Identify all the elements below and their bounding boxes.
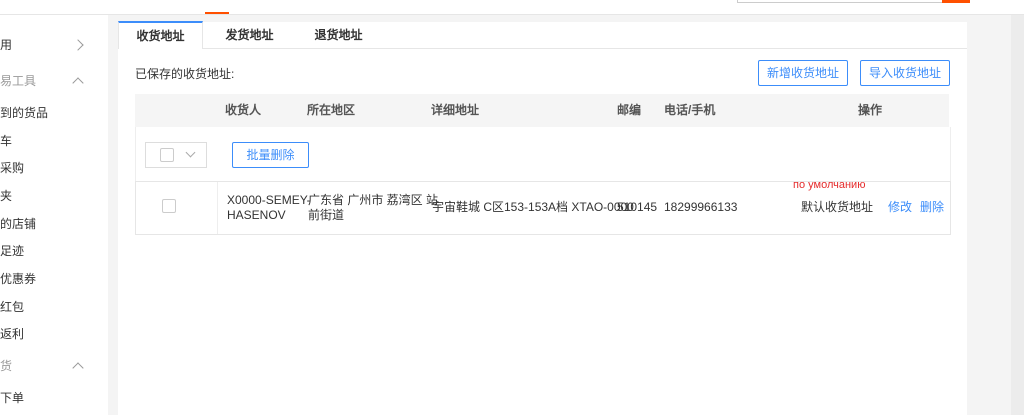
row-check-cell — [136, 182, 218, 234]
sidebar-item-label: 夹 — [0, 189, 13, 203]
sidebar-item-order[interactable]: 下单 — [0, 386, 108, 410]
cell-address: 宇宙鞋城 C区153-153A档 XTAO-0000 — [432, 200, 634, 214]
default-address-label: 默认收货地址 — [801, 200, 874, 214]
sidebar-item-label: 返利 — [0, 327, 25, 341]
delete-link[interactable]: 删除 — [920, 200, 944, 215]
header-region: 所在地区 — [307, 103, 356, 117]
sidebar-item-label: 车 — [0, 134, 13, 148]
sidebar-group-label: 货 — [0, 359, 13, 373]
header-address: 详细地址 — [431, 103, 480, 117]
sidebar-item-favorites[interactable]: 夹 — [0, 184, 108, 208]
sidebar-group-goods[interactable]: 货 — [0, 354, 108, 378]
receiver-line-1: X0000-SEMEY- — [227, 193, 311, 207]
top-bar — [0, 0, 1024, 15]
batch-toolbar: 批量删除 — [135, 127, 951, 181]
tab-receiving-address[interactable]: 收货地址 — [118, 21, 203, 49]
sidebar-group-trade-tools[interactable]: 易工具 — [0, 69, 108, 93]
select-all-dropdown[interactable] — [145, 142, 207, 168]
address-tabs: 收货地址 发货地址 退货地址 — [118, 21, 967, 49]
sidebar-item-coupons[interactable]: 优惠券 — [0, 267, 108, 291]
chevron-right-icon — [72, 39, 84, 51]
chevron-down-icon — [185, 147, 196, 158]
top-nav-indicator — [205, 12, 229, 14]
sidebar-item-label: 用 — [0, 38, 13, 52]
region-line-2: 前街道 — [308, 208, 345, 222]
sidebar-group-label: 易工具 — [0, 74, 37, 88]
header-phone: 电话/手机 — [664, 103, 716, 117]
sidebar-item-footprints[interactable]: 足迹 — [0, 239, 108, 263]
sidebar: 用 易工具 到的货品 车 采购 夹 的店铺 足迹 优惠券 红包 返利 货 下单 — [0, 15, 108, 415]
row-checkbox[interactable] — [162, 199, 176, 213]
select-all-checkbox[interactable] — [160, 148, 174, 162]
region-line-1: 广东省 广州市 荔湾区 站 — [308, 193, 439, 207]
header-receiver: 收货人 — [225, 103, 262, 117]
tab-shipping-address[interactable]: 发货地址 — [212, 22, 287, 48]
batch-delete-button[interactable]: 批量删除 — [232, 142, 309, 168]
add-address-button[interactable]: 新增收货地址 — [758, 60, 848, 86]
sidebar-item-received-goods[interactable]: 到的货品 — [0, 101, 108, 125]
chevron-up-icon — [72, 362, 84, 374]
table-header: 收货人 所在地区 详细地址 邮编 电话/手机 操作 — [135, 94, 949, 127]
sidebar-item-label: 下单 — [0, 391, 25, 405]
receiver-line-2: HASENOV — [227, 208, 286, 222]
scrollbar[interactable] — [1011, 15, 1024, 415]
top-search-input[interactable] — [737, 0, 944, 3]
chevron-up-icon — [72, 77, 84, 89]
sidebar-item-label: 红包 — [0, 300, 25, 314]
sidebar-item-purchase[interactable]: 采购 — [0, 156, 108, 180]
sidebar-item-rebates[interactable]: 返利 — [0, 322, 108, 346]
sidebar-item-shops[interactable]: 的店铺 — [0, 212, 108, 236]
sidebar-item-red-packets[interactable]: 红包 — [0, 295, 108, 319]
cell-region: 广东省 广州市 荔湾区 站 前街道 — [308, 193, 438, 223]
cell-receiver: X0000-SEMEY- HASENOV — [227, 193, 311, 223]
tab-return-address[interactable]: 退货地址 — [301, 22, 376, 48]
top-search-button[interactable] — [942, 0, 970, 3]
sidebar-item-0[interactable]: 用 — [0, 33, 108, 57]
sidebar-item-label: 采购 — [0, 161, 25, 175]
cell-zip: 510145 — [617, 200, 658, 214]
edit-link[interactable]: 修改 — [888, 200, 912, 215]
sidebar-item-label: 优惠券 — [0, 272, 37, 286]
import-address-button[interactable]: 导入收货地址 — [860, 60, 950, 86]
cell-phone: 18299966133 — [664, 200, 738, 214]
default-note: по умолчанию — [793, 179, 866, 191]
sidebar-item-label: 足迹 — [0, 244, 25, 258]
saved-addresses-label: 已保存的收货地址: — [135, 67, 235, 81]
address-panel: 收货地址 发货地址 退货地址 已保存的收货地址: 新增收货地址 导入收货地址 收… — [118, 21, 967, 415]
header-zip: 邮编 — [617, 103, 642, 117]
sidebar-item-cart[interactable]: 车 — [0, 129, 108, 153]
sidebar-item-label: 到的货品 — [0, 106, 49, 120]
header-actions: 操作 — [858, 103, 883, 117]
sidebar-item-label: 的店铺 — [0, 217, 37, 231]
